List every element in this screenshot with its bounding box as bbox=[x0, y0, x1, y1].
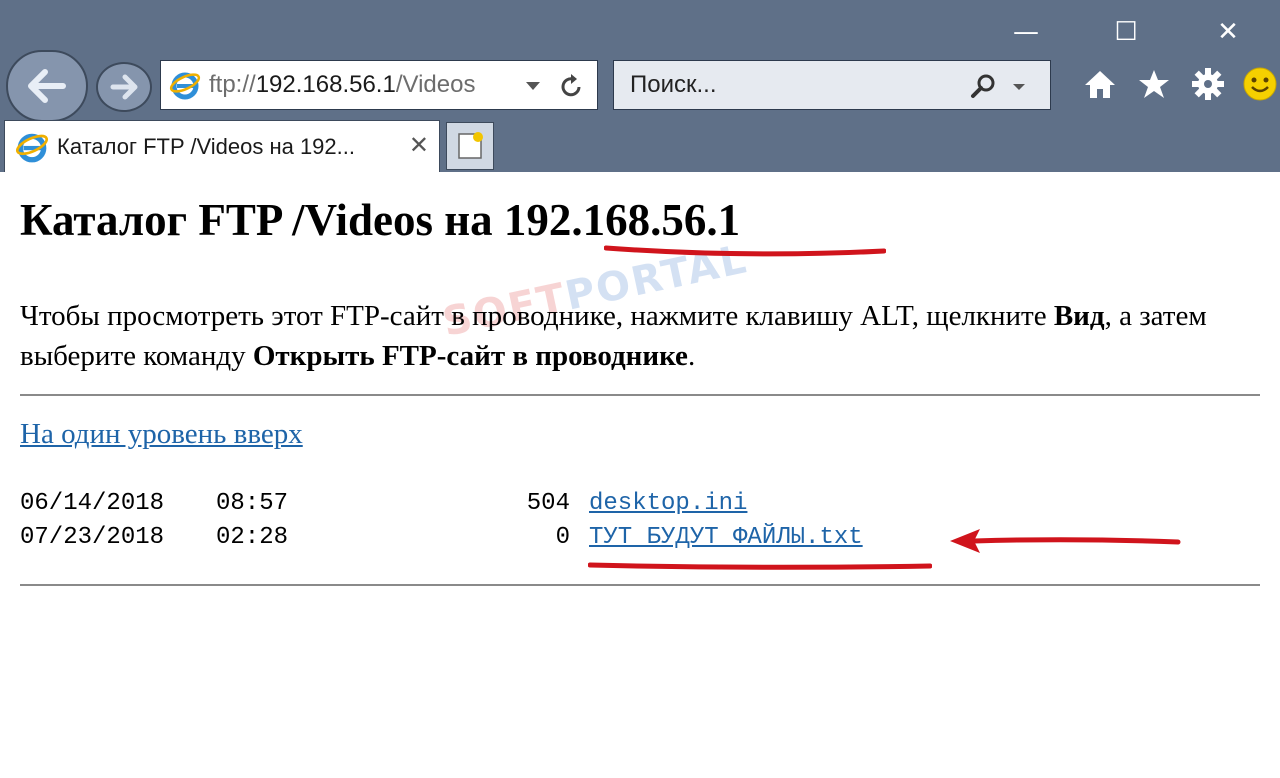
divider-bottom bbox=[20, 584, 1260, 586]
search-dropdown-icon[interactable] bbox=[1012, 83, 1026, 91]
page-content: SOFTPORTAL Каталог FTP /Videos на 192.16… bbox=[0, 172, 1280, 778]
search-placeholder: Поиск... bbox=[630, 71, 717, 98]
search-box[interactable]: Поиск... bbox=[613, 60, 1051, 110]
file-size: 504 bbox=[526, 490, 570, 517]
file-link-placeholder-txt[interactable]: ТУТ БУДУТ ФАЙЛЫ.txt bbox=[589, 524, 863, 551]
close-tab-icon[interactable]: ✕ bbox=[409, 131, 429, 159]
maximize-button[interactable]: ☐ bbox=[1106, 12, 1146, 52]
dropdown-arrow-icon[interactable] bbox=[525, 81, 541, 91]
host-underline-annotation bbox=[604, 245, 886, 257]
file-time: 02:28 bbox=[216, 524, 289, 551]
home-button[interactable] bbox=[1080, 64, 1120, 104]
forward-button[interactable] bbox=[96, 62, 152, 112]
tab-ftp-catalog[interactable]: Каталог FTP /Videos на 192... ✕ bbox=[4, 120, 440, 172]
divider-top bbox=[20, 394, 1260, 396]
address-bar[interactable]: ftp://192.168.56.1/Videos bbox=[160, 60, 598, 110]
up-one-level-link[interactable]: На один уровень вверх bbox=[20, 418, 303, 451]
instructions-text: Чтобы просмотреть этот FTP-сайт в провод… bbox=[20, 300, 1207, 372]
ie-logo-icon bbox=[15, 133, 49, 162]
back-button[interactable] bbox=[6, 50, 88, 122]
close-window-button[interactable]: ✕ bbox=[1208, 12, 1248, 52]
new-tab-icon bbox=[458, 132, 483, 159]
heading-host: 192.168.56.1 bbox=[503, 195, 741, 245]
feedback-button[interactable] bbox=[1240, 64, 1280, 104]
file-link-desktop-ini[interactable]: desktop.ini bbox=[589, 490, 747, 517]
page-heading: Каталог FTP /Videos на 192.168.56.1 bbox=[20, 195, 741, 245]
smiley-icon bbox=[1243, 67, 1277, 101]
address-url: ftp://192.168.56.1/Videos bbox=[209, 71, 476, 98]
favorites-button[interactable] bbox=[1134, 64, 1174, 104]
minimize-button[interactable]: — bbox=[1006, 12, 1046, 52]
back-arrow-icon bbox=[28, 69, 66, 103]
new-tab-button[interactable] bbox=[446, 122, 494, 170]
home-icon bbox=[1085, 71, 1115, 98]
settings-button[interactable] bbox=[1188, 64, 1228, 104]
forward-arrow-icon bbox=[110, 74, 138, 100]
tab-title: Каталог FTP /Videos на 192... bbox=[57, 133, 355, 159]
refresh-icon[interactable] bbox=[559, 73, 583, 99]
file-size: 0 bbox=[555, 524, 570, 551]
star-icon bbox=[1139, 70, 1169, 98]
file-date: 06/14/2018 bbox=[20, 490, 165, 517]
search-icon[interactable] bbox=[970, 73, 998, 99]
gear-icon bbox=[1192, 68, 1224, 100]
file-underline-annotation bbox=[588, 562, 932, 570]
browser-chrome: — ☐ ✕ ftp://192.168.56.1/Videos Поиск...… bbox=[0, 0, 1280, 172]
file-time: 08:57 bbox=[216, 490, 289, 517]
file-date: 07/23/2018 bbox=[20, 524, 165, 551]
ie-logo-icon bbox=[169, 72, 201, 100]
arrow-annotation bbox=[950, 529, 1181, 553]
